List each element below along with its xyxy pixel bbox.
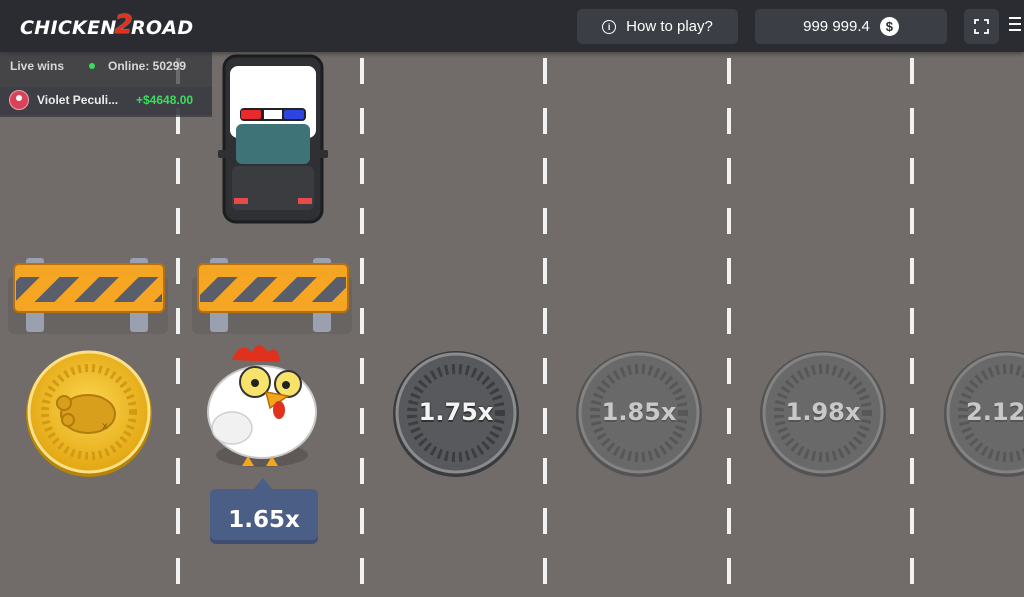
logo-text: CHICKEN — [20, 17, 117, 39]
menu-icon-line — [1009, 29, 1021, 31]
how-to-play-button[interactable]: i How to play? — [577, 9, 738, 44]
avatar — [9, 90, 29, 110]
balance-value: 999 999.4 — [803, 18, 870, 35]
info-icon: i — [602, 19, 617, 34]
barrier-icon — [8, 258, 168, 334]
currency-icon: $ — [879, 17, 899, 36]
police-car-icon — [218, 54, 328, 224]
menu-button[interactable] — [1005, 17, 1024, 35]
how-to-play-label: How to play? — [626, 18, 713, 35]
win-amount: +$4648.00 — [136, 93, 194, 107]
svg-text:x: x — [102, 421, 108, 432]
balance-display: 999 999.4 $ — [755, 9, 947, 44]
menu-icon-line — [1009, 23, 1021, 25]
winner-name: Violet Peculi... — [37, 93, 119, 107]
gold-coin-icon: x — [26, 350, 152, 477]
top-bar: CHICKEN 2 ROAD i How to play? 999 999.4 … — [0, 0, 1024, 52]
expand-icon — [974, 19, 989, 34]
online-count: Online: 50299 — [108, 59, 187, 73]
lane-multiplier: 1.98x — [785, 398, 861, 426]
live-wins-title: Live wins — [10, 59, 65, 73]
logo-text: ROAD — [130, 17, 194, 39]
current-multiplier-label: 1.65x — [228, 507, 300, 533]
lane-multiplier: 1.85x — [601, 398, 677, 426]
logo-number: 2 — [114, 10, 133, 40]
game-logo: CHICKEN 2 ROAD — [20, 10, 194, 42]
fullscreen-button[interactable] — [964, 9, 999, 44]
barrier-icon — [192, 258, 352, 334]
online-status-icon — [89, 63, 95, 69]
menu-icon — [1009, 17, 1021, 19]
live-wins-panel: Live wins Online: 50299 Violet Peculi...… — [0, 52, 212, 117]
lane-multiplier: 1.75x — [418, 398, 494, 426]
live-win-entry: Violet Peculi... +$4648.00 — [0, 87, 212, 115]
lane-multiplier: 2.12 — [966, 398, 1024, 426]
